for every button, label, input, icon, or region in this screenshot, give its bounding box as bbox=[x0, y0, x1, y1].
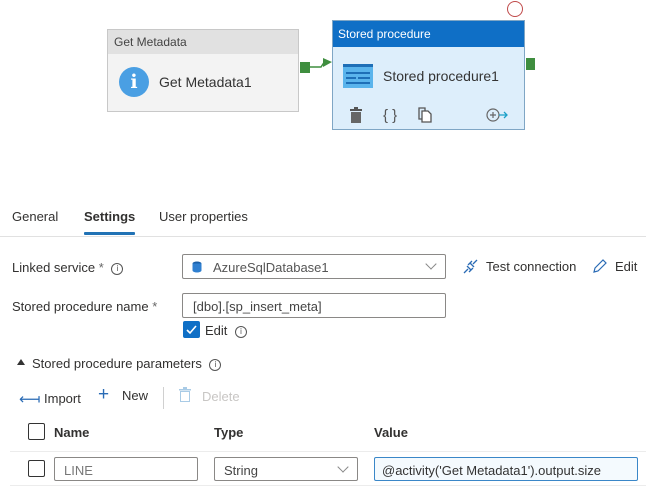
info-icon: i bbox=[119, 67, 149, 97]
properties-tab-bar: General Settings User properties bbox=[0, 196, 646, 237]
edit-checkbox-label: Edit i bbox=[205, 323, 248, 338]
required-marker: * bbox=[152, 299, 158, 314]
node-type-label: Stored procedure bbox=[333, 21, 524, 47]
parameter-type-select[interactable]: String bbox=[214, 457, 358, 481]
stored-procedure-name-label-text: Stored procedure name bbox=[12, 299, 149, 314]
parameter-name-value: LINE bbox=[64, 463, 93, 478]
parameters-section-title: Stored procedure parameters bbox=[32, 356, 202, 371]
get-metadata-activity-node[interactable]: Get Metadata i Get Metadata1 bbox=[107, 29, 299, 112]
linked-service-label-text: Linked service bbox=[12, 260, 96, 275]
test-connection-button[interactable]: Test connection bbox=[486, 259, 576, 274]
checkmark-icon bbox=[186, 325, 197, 335]
column-header-value: Value bbox=[374, 425, 408, 440]
stored-procedure-name-label: Stored procedure name * bbox=[12, 299, 157, 314]
column-header-name: Name bbox=[54, 425, 90, 440]
new-parameter-button[interactable]: New bbox=[122, 388, 148, 403]
parameter-type-value: String bbox=[224, 463, 258, 478]
chevron-down-icon bbox=[337, 461, 349, 473]
linked-service-value: AzureSqlDatabase1 bbox=[213, 260, 329, 275]
code-icon[interactable]: { } bbox=[383, 107, 397, 124]
sql-database-icon bbox=[192, 261, 202, 273]
stored-procedure-name-value: [dbo].[sp_insert_meta] bbox=[193, 299, 322, 314]
validation-indicator-icon bbox=[507, 1, 523, 17]
table-row: LINE String @activity('Get Metadata1').o… bbox=[0, 452, 646, 485]
tab-user-properties[interactable]: User properties bbox=[159, 209, 248, 224]
tab-settings[interactable]: Settings bbox=[84, 209, 135, 224]
node-name: Get Metadata1 bbox=[159, 74, 252, 90]
required-marker: * bbox=[98, 260, 104, 275]
import-button[interactable]: Import bbox=[44, 391, 81, 406]
stored-procedure-activity-node[interactable]: Stored procedure Stored procedure1 { } bbox=[332, 20, 525, 130]
parameters-section-header[interactable]: Stored procedure parameters i bbox=[32, 356, 222, 371]
delete-icon bbox=[179, 387, 191, 402]
column-header-type: Type bbox=[214, 425, 244, 440]
active-tab-indicator bbox=[84, 232, 135, 235]
parameter-value-input[interactable]: @activity('Get Metadata1').output.size bbox=[374, 457, 638, 481]
info-icon[interactable]: i bbox=[209, 359, 222, 371]
parameter-name-input[interactable]: LINE bbox=[54, 457, 198, 481]
info-icon[interactable]: i bbox=[235, 326, 248, 338]
delete-icon[interactable] bbox=[349, 107, 363, 123]
node-type-label: Get Metadata bbox=[108, 30, 298, 54]
row-divider bbox=[10, 485, 646, 486]
edit-checkbox[interactable] bbox=[183, 321, 200, 338]
test-connection-icon bbox=[463, 259, 478, 274]
select-all-checkbox[interactable] bbox=[28, 423, 45, 440]
collapse-triangle-icon[interactable] bbox=[17, 359, 25, 365]
edit-linked-service-button[interactable]: Edit bbox=[615, 259, 637, 274]
stored-procedure-icon bbox=[343, 64, 373, 88]
delete-parameter-button[interactable]: Delete bbox=[202, 389, 240, 404]
copy-icon[interactable] bbox=[418, 107, 432, 123]
toolbar-divider bbox=[163, 387, 164, 409]
output-port[interactable] bbox=[526, 58, 535, 70]
plus-icon: + bbox=[98, 384, 110, 405]
edit-checkbox-text: Edit bbox=[205, 323, 228, 338]
linked-service-label: Linked service * i bbox=[12, 260, 124, 275]
parameter-value-text: @activity('Get Metadata1').output.size bbox=[382, 463, 602, 478]
linked-service-select[interactable]: AzureSqlDatabase1 bbox=[182, 254, 446, 279]
tab-general[interactable]: General bbox=[12, 209, 58, 224]
pencil-icon bbox=[593, 259, 607, 273]
connector-arrow bbox=[310, 58, 332, 68]
stored-procedure-name-input[interactable]: [dbo].[sp_insert_meta] bbox=[182, 293, 446, 318]
node-name: Stored procedure1 bbox=[383, 68, 499, 84]
chevron-down-icon bbox=[425, 258, 437, 270]
row-checkbox[interactable] bbox=[28, 460, 45, 477]
info-icon[interactable]: i bbox=[111, 263, 124, 275]
import-icon: ⟻ bbox=[19, 391, 41, 408]
add-output-icon[interactable] bbox=[486, 107, 508, 123]
